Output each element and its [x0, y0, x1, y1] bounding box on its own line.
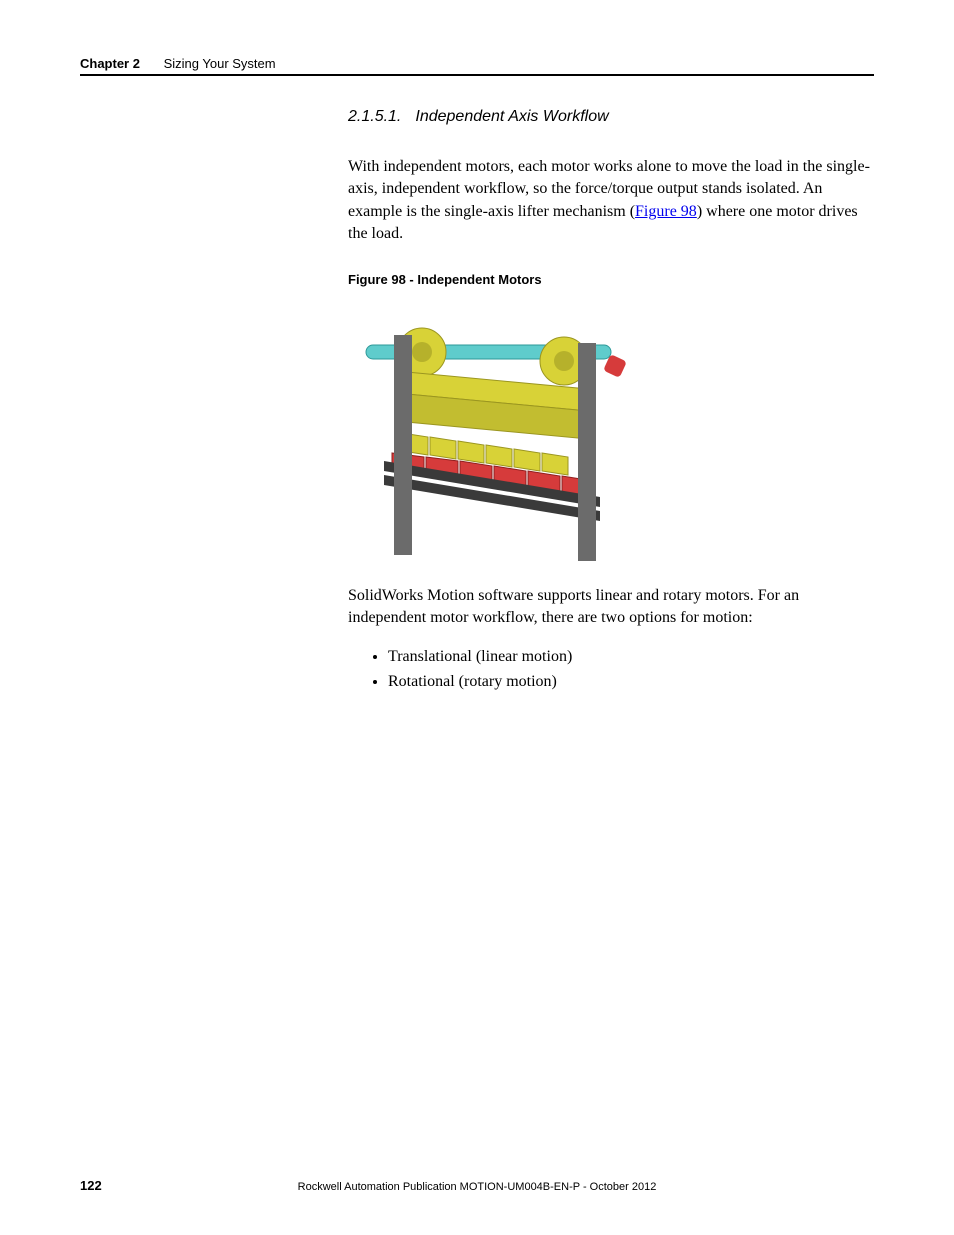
figure-image — [348, 301, 628, 561]
section-title: Independent Axis Workflow — [415, 108, 608, 125]
chapter-title: Sizing Your System — [164, 56, 276, 71]
list-item: Rotational (rotary motion) — [388, 670, 874, 695]
paragraph-1: With independent motors, each motor work… — [348, 156, 874, 246]
figure-98-link[interactable]: Figure 98 — [635, 203, 697, 220]
section-heading: 2.1.5.1. Independent Axis Workflow — [348, 108, 874, 126]
paragraph-2: SolidWorks Motion software supports line… — [348, 585, 874, 630]
list-item: Translational (linear motion) — [388, 645, 874, 670]
page-header: Chapter 2 Sizing Your System — [80, 56, 874, 71]
main-content: 2.1.5.1. Independent Axis Workflow With i… — [348, 108, 874, 695]
header-divider — [80, 74, 874, 76]
publication-line: Rockwell Automation Publication MOTION-U… — [80, 1181, 874, 1193]
figure-caption: Figure 98 - Independent Motors — [348, 272, 874, 287]
section-number: 2.1.5.1. — [348, 108, 401, 125]
motion-options-list: Translational (linear motion) Rotational… — [388, 645, 874, 695]
chapter-label: Chapter 2 — [80, 56, 140, 71]
lifter-mechanism-illustration — [348, 301, 628, 561]
